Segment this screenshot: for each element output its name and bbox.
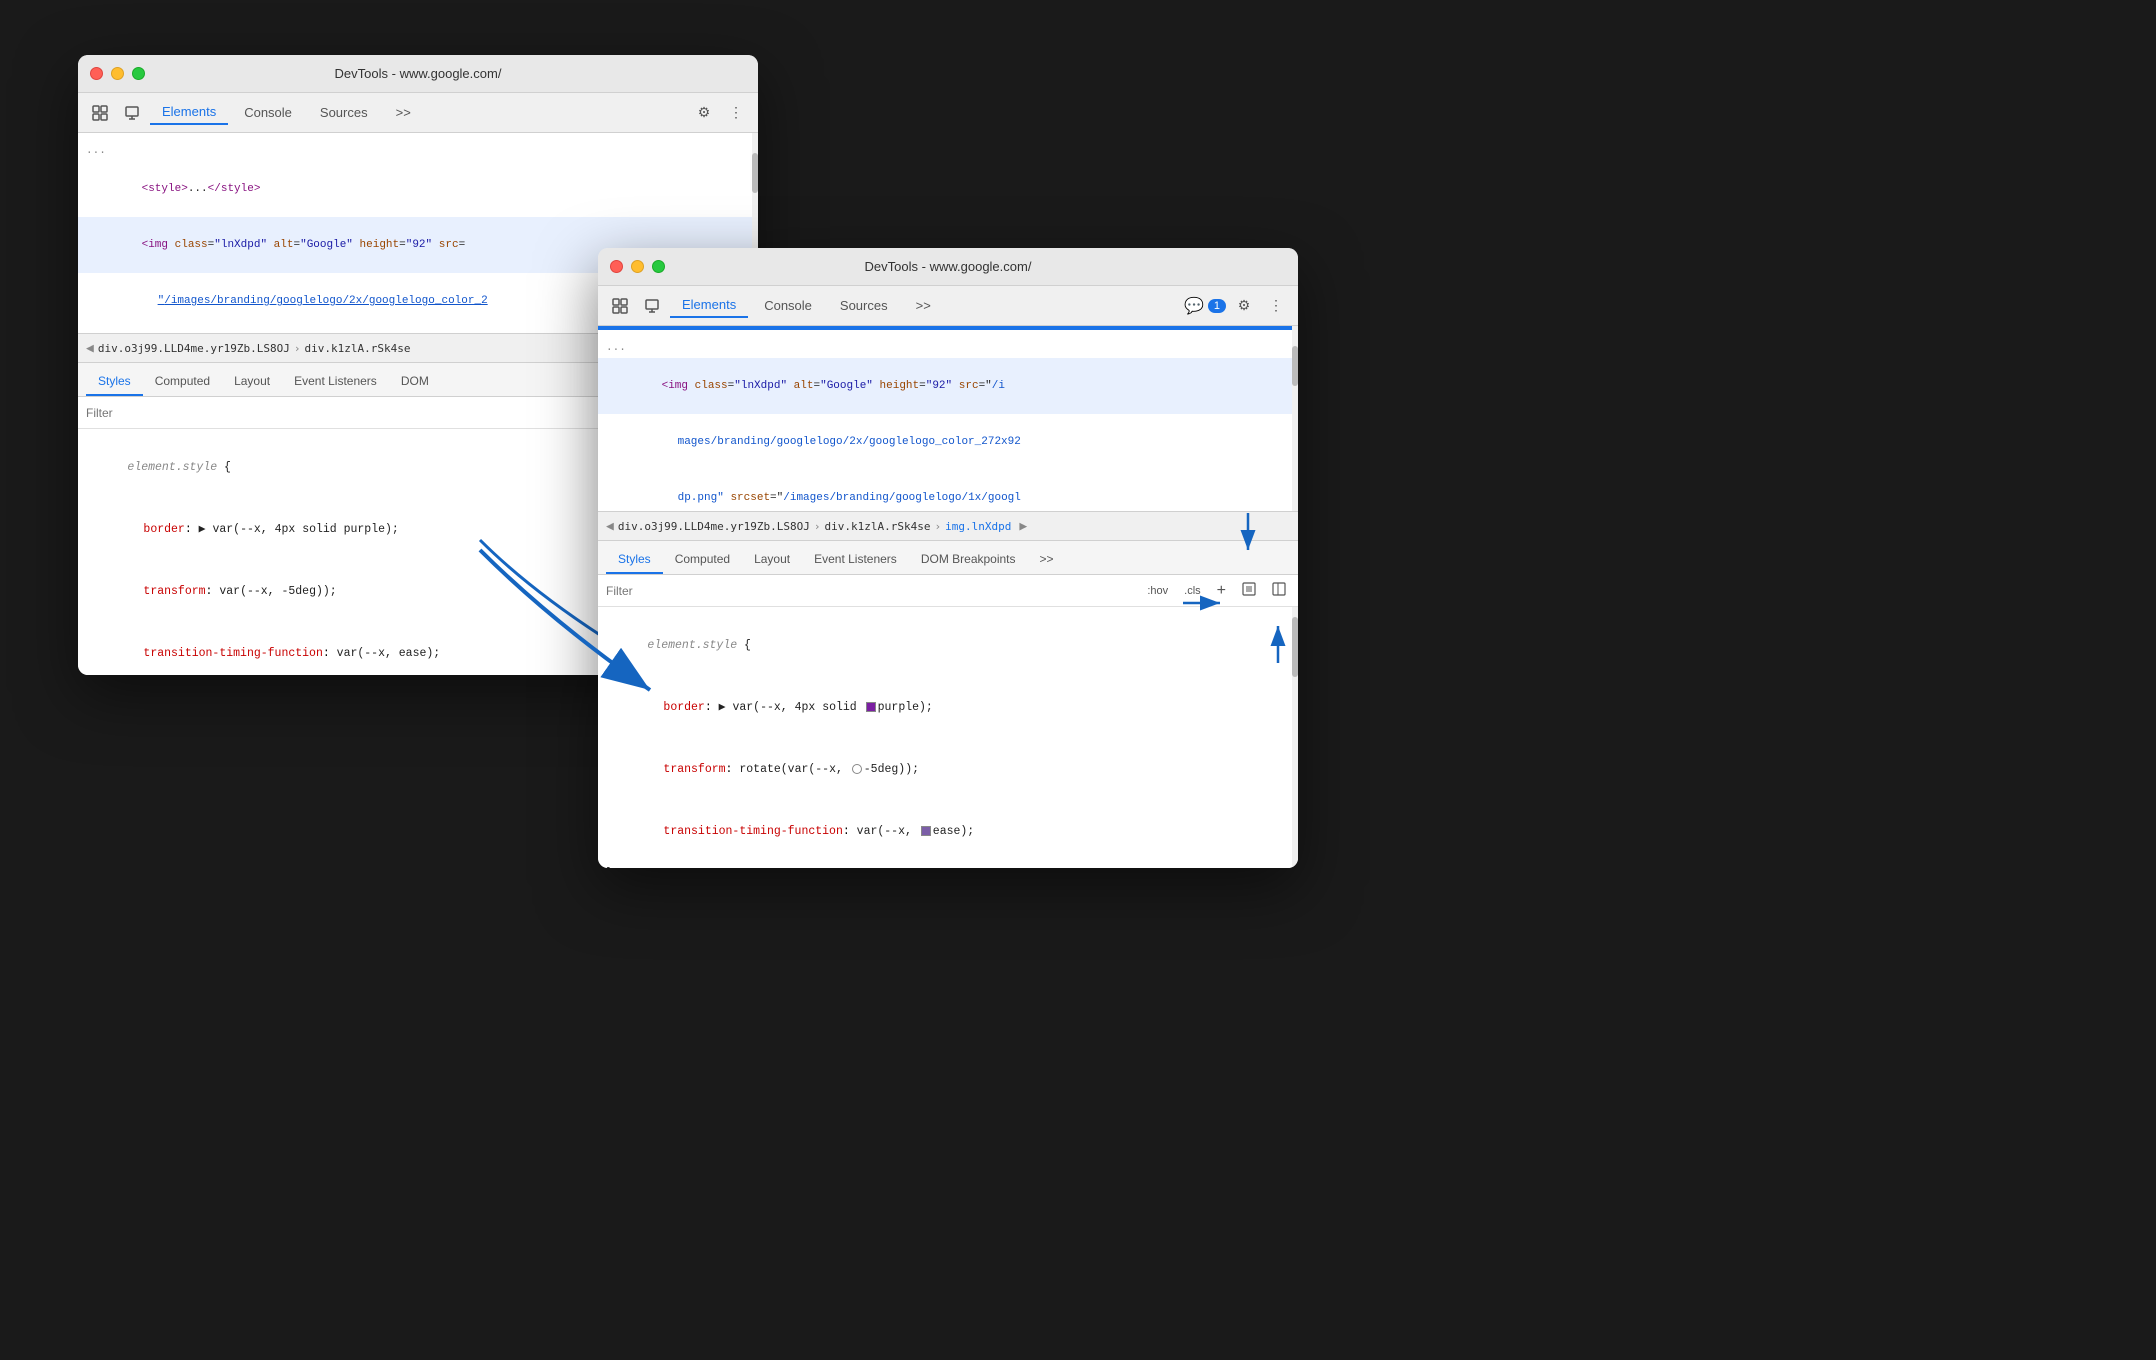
cls-btn-2[interactable]: .cls — [1180, 583, 1205, 599]
tab-elements-1[interactable]: Elements — [150, 100, 228, 125]
css-border-2: border: ▶ var(--x, 4px solid purple); — [598, 677, 1298, 739]
new-stylesheet-btn[interactable] — [1238, 580, 1260, 601]
message-badge: 1 — [1208, 299, 1226, 313]
filter-input-1[interactable] — [86, 406, 681, 420]
message-icon[interactable]: 💬 1 — [1184, 296, 1226, 316]
css-transform-2: transform: rotate(var(--x, -5deg)); — [598, 739, 1298, 801]
traffic-lights-2 — [610, 260, 665, 273]
html-ellipsis-1: ... — [78, 141, 758, 161]
html-scrollbar-2[interactable] — [1292, 326, 1298, 511]
tab-dom-1[interactable]: DOM — [389, 368, 441, 396]
tab-layout-1[interactable]: Layout — [222, 368, 282, 396]
cursor-icon-2[interactable] — [606, 292, 634, 320]
cursor-icon[interactable] — [86, 99, 114, 127]
traffic-lights-1 — [90, 67, 145, 80]
more-icon-1[interactable]: ⋮ — [722, 99, 750, 127]
html-line-style: <style>...</style> — [78, 161, 758, 217]
css-scrollbar-2[interactable] — [1292, 607, 1298, 868]
tab-elements-2[interactable]: Elements — [670, 293, 748, 318]
toggle-sidebar-btn[interactable] — [1268, 580, 1290, 601]
breadcrumb-item-2b[interactable]: div.k1zlA.rSk4se — [825, 520, 931, 533]
html-line2-src2: dp.png" srcset="/images/branding/googlel… — [598, 470, 1298, 511]
tab-computed-2[interactable]: Computed — [663, 546, 742, 574]
tab-console-1[interactable]: Console — [232, 101, 304, 124]
breadcrumb-item-1[interactable]: div.o3j99.LLD4me.yr19Zb.LS8OJ — [98, 342, 290, 355]
css-element-style-2: element.style { — [598, 615, 1298, 677]
scrollbar-thumb-1[interactable] — [752, 153, 758, 193]
breadcrumb-item-2c[interactable]: img.lnXdpd — [945, 520, 1011, 533]
settings-icon-1[interactable]: ⚙ — [690, 99, 718, 127]
breadcrumb-right-arrow-2[interactable]: ▶ — [1019, 519, 1027, 534]
tab-more-1[interactable]: >> — [384, 101, 423, 124]
css-transition-2: transition-timing-function: var(--x, eas… — [598, 801, 1298, 863]
filter-bar-2: :hov .cls + — [598, 575, 1298, 607]
hov-btn-2[interactable]: :hov — [1143, 583, 1172, 599]
html-ellipsis-2: ... — [598, 338, 1298, 358]
inspect-icon-2[interactable] — [638, 292, 666, 320]
window-title-2: DevTools - www.google.com/ — [865, 259, 1032, 274]
top-accent-bar — [598, 326, 1298, 330]
window-title-1: DevTools - www.google.com/ — [335, 66, 502, 81]
css-area-2: element.style { border: ▶ var(--x, 4px s… — [598, 607, 1298, 868]
checkbox-swatch[interactable] — [921, 826, 931, 836]
tab-dom-breakpoints-2[interactable]: DOM Breakpoints — [909, 546, 1028, 574]
html-line-img-2[interactable]: <img class="lnXdpd" alt="Google" height=… — [598, 358, 1298, 414]
html-line2-src1: mages/branding/googlelogo/2x/googlelogo_… — [598, 414, 1298, 470]
breadcrumb-bar-2: ◀ div.o3j99.LLD4me.yr19Zb.LS8OJ › div.k1… — [598, 511, 1298, 541]
styles-tabs-2: Styles Computed Layout Event Listeners D… — [598, 541, 1298, 575]
purple-swatch[interactable] — [866, 702, 876, 712]
breadcrumb-sep-2b: › — [934, 520, 941, 533]
css-scrollbar-thumb-2[interactable] — [1292, 617, 1298, 677]
filter-input-2[interactable] — [606, 584, 1135, 598]
devtools-toolbar-1: Elements Console Sources >> ⚙ ⋮ — [78, 93, 758, 133]
add-style-btn[interactable]: + — [1213, 580, 1230, 602]
more-icon-2[interactable]: ⋮ — [1262, 292, 1290, 320]
devtools-toolbar-2: Elements Console Sources >> 💬 1 ⚙ ⋮ — [598, 286, 1298, 326]
settings-icon-2[interactable]: ⚙ — [1230, 292, 1258, 320]
title-bar-2: DevTools - www.google.com/ — [598, 248, 1298, 286]
tab-styles-2[interactable]: Styles — [606, 546, 663, 574]
maximize-button-2[interactable] — [652, 260, 665, 273]
tab-more-styles-2[interactable]: >> — [1028, 546, 1066, 574]
breadcrumb-sep-1: › — [294, 342, 301, 355]
tab-event-listeners-2[interactable]: Event Listeners — [802, 546, 909, 574]
css-brace-close-2: } — [598, 863, 1298, 868]
close-button-1[interactable] — [90, 67, 103, 80]
title-bar-1: DevTools - www.google.com/ — [78, 55, 758, 93]
minimize-button-2[interactable] — [631, 260, 644, 273]
minimize-button-1[interactable] — [111, 67, 124, 80]
tab-more-2[interactable]: >> — [904, 294, 943, 317]
devtools-window-2: DevTools - www.google.com/ Elements Cons… — [598, 248, 1298, 868]
inspect-icon[interactable] — [118, 99, 146, 127]
circle-swatch[interactable] — [852, 764, 862, 774]
tab-sources-1[interactable]: Sources — [308, 101, 380, 124]
breadcrumb-item-2[interactable]: div.k1zlA.rSk4se — [305, 342, 411, 355]
tab-sources-2[interactable]: Sources — [828, 294, 900, 317]
breadcrumb-left-arrow-2[interactable]: ◀ — [606, 519, 614, 534]
breadcrumb-item-2a[interactable]: div.o3j99.LLD4me.yr19Zb.LS8OJ — [618, 520, 810, 533]
html-area-2: ... <img class="lnXdpd" alt="Google" hei… — [598, 326, 1298, 511]
tab-layout-2[interactable]: Layout — [742, 546, 802, 574]
breadcrumb-sep-2a: › — [814, 520, 821, 533]
scrollbar-thumb-2[interactable] — [1292, 346, 1298, 386]
breadcrumb-left-arrow[interactable]: ◀ — [86, 341, 94, 356]
maximize-button-1[interactable] — [132, 67, 145, 80]
tab-console-2[interactable]: Console — [752, 294, 824, 317]
close-button-2[interactable] — [610, 260, 623, 273]
tab-event-listeners-1[interactable]: Event Listeners — [282, 368, 389, 396]
tab-styles-1[interactable]: Styles — [86, 368, 143, 396]
tab-computed-1[interactable]: Computed — [143, 368, 222, 396]
